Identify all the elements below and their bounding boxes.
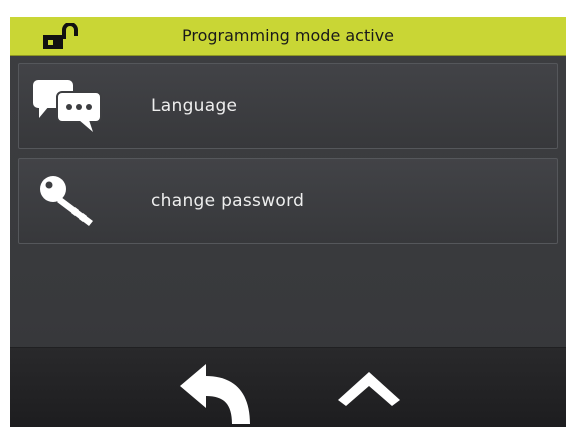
key-icon [40, 176, 93, 226]
menu-item-label: Language [151, 96, 238, 116]
back-arrow-icon[interactable] [176, 360, 256, 426]
chevron-up-icon[interactable] [334, 368, 404, 408]
menu-item-label: change password [151, 191, 305, 211]
header-title: Programming mode active [181, 26, 394, 45]
menu-item-language[interactable]: Language [18, 63, 558, 149]
status-header: Programming mode active [10, 17, 566, 56]
device-screen: Programming mode active Language change … [10, 17, 566, 427]
menu-item-change-password[interactable]: change password [18, 158, 558, 244]
chat-bubbles-icon [33, 80, 102, 132]
bottom-navigation-bar [10, 347, 566, 427]
